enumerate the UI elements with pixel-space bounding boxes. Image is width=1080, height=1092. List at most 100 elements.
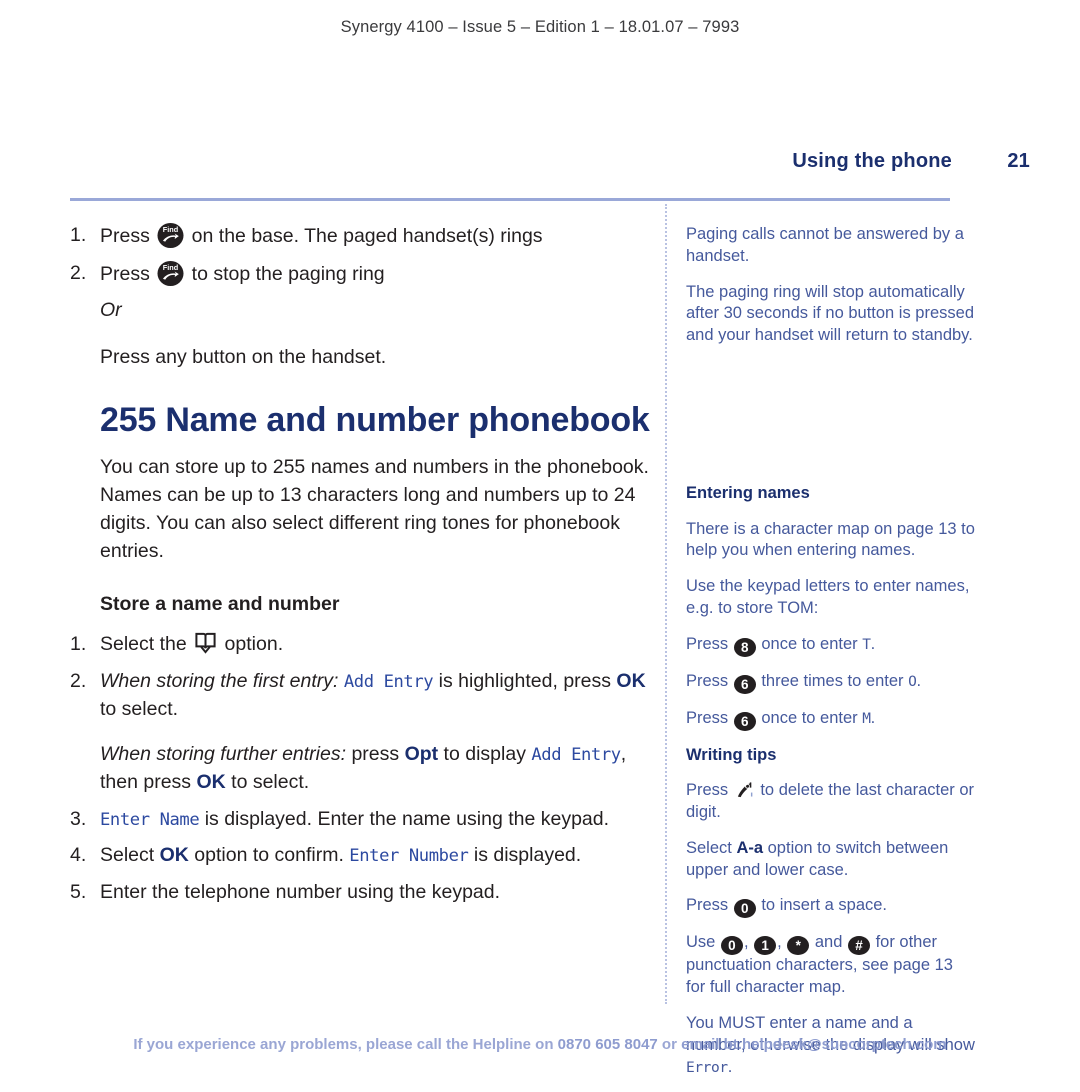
list-number: 5.: [70, 880, 87, 903]
store-steps-list: 1. Select the option. 2. When storing th…: [70, 631, 650, 907]
keypad-badge-8: 8: [733, 637, 756, 657]
find-button-icon: Find: [157, 222, 184, 249]
keypad-badge-1: 1: [754, 936, 777, 956]
press-post: .: [870, 634, 876, 653]
or-label: Or: [100, 299, 122, 322]
softkey-label-opt: Opt: [404, 743, 439, 766]
chapter-heading: 255 Name and number phonebook: [100, 400, 650, 439]
step-text-post: to stop the paging ring: [186, 262, 385, 285]
step-text-post: option.: [219, 633, 284, 656]
list-number: 4.: [70, 844, 87, 867]
keypad-badge-0: 0: [733, 899, 756, 919]
main-column: 1. Press Find on the base. The paged han…: [70, 222, 650, 916]
keypad-badge-hash: #: [847, 936, 870, 956]
step4-mid: option to confirm.: [188, 844, 350, 867]
step-text-post: on the base. The paged handset(s) rings: [186, 225, 543, 247]
side-heading-entering-names: Entering names: [686, 483, 810, 502]
writing-tips-block: Writing tips Press to delete the last ch…: [686, 745, 976, 1079]
keypad-badge-0b: 0: [720, 936, 743, 956]
lcd-text-add-entry-2: Add Entry: [531, 745, 621, 766]
keypress-line: Press 8 once to enter T.: [686, 634, 976, 657]
phonebook-book-icon: [194, 632, 217, 654]
list-number: 2.: [70, 669, 87, 692]
step3-text: is displayed. Enter the name using the k…: [199, 807, 610, 830]
wt-p4-and: and: [810, 933, 847, 952]
writing-tips-p4: Use 0, 1, * and # for other punctuation …: [686, 933, 953, 997]
step2a-end: to select.: [100, 697, 179, 720]
keypad-badge-6b: 6: [733, 711, 756, 731]
or-text: Press any button on the handset.: [100, 346, 387, 369]
press-pre: Press: [686, 634, 733, 653]
step-text-pre: Press: [100, 262, 156, 285]
find-button-icon: Find: [157, 260, 184, 287]
footer-mid: or: [657, 1036, 682, 1053]
side-heading-writing-tips: Writing tips: [686, 745, 777, 764]
list-item: 3. Enter Name is displayed. Enter the na…: [70, 806, 650, 834]
wt-p4-pre: Use: [686, 933, 720, 952]
list-number: 1.: [70, 633, 87, 656]
press-pre: Press: [686, 708, 733, 727]
step5-text: Enter the telephone number using the key…: [100, 880, 501, 903]
lcd-char-m: M: [862, 710, 871, 727]
side-note-paging-timeout: The paging ring will stop automatically …: [686, 282, 975, 345]
step2a-italic: When storing the first entry:: [100, 669, 339, 692]
footer-pre: If you experience any problems, please c…: [133, 1036, 558, 1053]
list-item: 5. Enter the telephone number using the …: [70, 879, 650, 907]
delete-key-icon: [735, 781, 754, 799]
lcd-text-enter-number: Enter Number: [349, 846, 469, 867]
keypad-badge-6: 6: [733, 674, 756, 694]
wt-p3-post: to insert a space.: [756, 896, 888, 915]
svg-text:Find: Find: [163, 263, 178, 272]
list-number: 3.: [70, 807, 87, 830]
press-mid: once to enter: [756, 708, 863, 727]
wt-p5-post: .: [727, 1057, 733, 1076]
step-text-pre: Press: [100, 225, 156, 247]
footer-email[interactable]: email bt.helpdesk@suncorptech.com: [681, 1036, 947, 1053]
entering-names-p1: There is a character map on page 13 to h…: [686, 519, 975, 560]
entering-names-block: Entering names There is a character map …: [686, 483, 976, 731]
softkey-label-ok-3: OK: [159, 844, 189, 867]
running-head: Using the phone 21: [70, 150, 1030, 173]
list-item: 2. Press Find to stop the paging ring: [70, 260, 650, 289]
lcd-text-error: Error: [686, 1059, 728, 1076]
entering-names-p2: Use the keypad letters to enter names, e…: [686, 577, 970, 617]
step4-post: is displayed.: [468, 844, 582, 867]
step-text-pre: Select the: [100, 633, 193, 656]
lcd-text-add-entry: Add Entry: [343, 671, 434, 692]
list-item: 4. Select OK option to confirm. Enter Nu…: [70, 842, 650, 870]
softkey-label-a-a: A-a: [736, 838, 764, 857]
press-post: .: [916, 671, 922, 690]
step2b-mid1: press: [346, 743, 405, 766]
section-subheading: Store a name and number: [100, 593, 340, 616]
list-item: 2. When storing the first entry: Add Ent…: [70, 668, 650, 797]
press-mid: once to enter: [756, 634, 863, 653]
step2a-mid: is highlighted, press: [433, 669, 617, 692]
step2b-mid2: to display: [438, 743, 532, 766]
step2b-italic: When storing further entries:: [100, 743, 347, 766]
svg-text:Find: Find: [163, 225, 178, 234]
keypress-line: Press 6 once to enter M.: [686, 708, 976, 731]
intro-paragraph: You can store up to 255 names and number…: [100, 456, 649, 563]
keypress-line: Press 6 three times to enter O.: [686, 671, 976, 694]
list-number: 2.: [70, 261, 87, 284]
page-number: 21: [1007, 150, 1030, 172]
lcd-text-enter-name: Enter Name: [100, 809, 200, 830]
side-column: Paging calls cannot be answered by a han…: [686, 224, 976, 1092]
imprint-line: Synergy 4100 – Issue 5 – Edition 1 – 18.…: [340, 18, 740, 36]
softkey-label-ok: OK: [616, 669, 646, 692]
wt-p1-pre: Press: [686, 781, 733, 800]
press-post: .: [870, 708, 876, 727]
list-item: 1. Press Find on the base. The paged han…: [70, 222, 650, 251]
press-pre: Press: [686, 671, 733, 690]
press-mid: three times to enter: [756, 671, 909, 690]
paging-steps-list: 1. Press Find on the base. The paged han…: [70, 222, 650, 288]
page-title: Using the phone: [792, 150, 952, 172]
writing-tips-p2: Select A-a option to switch between uppe…: [686, 838, 976, 882]
footer-phone: 0870 605 8047: [557, 1036, 658, 1053]
wt-p3-pre: Press: [686, 896, 733, 915]
list-number: 1.: [70, 224, 87, 246]
writing-tips-p1: Press to delete the last character or di…: [686, 780, 976, 824]
